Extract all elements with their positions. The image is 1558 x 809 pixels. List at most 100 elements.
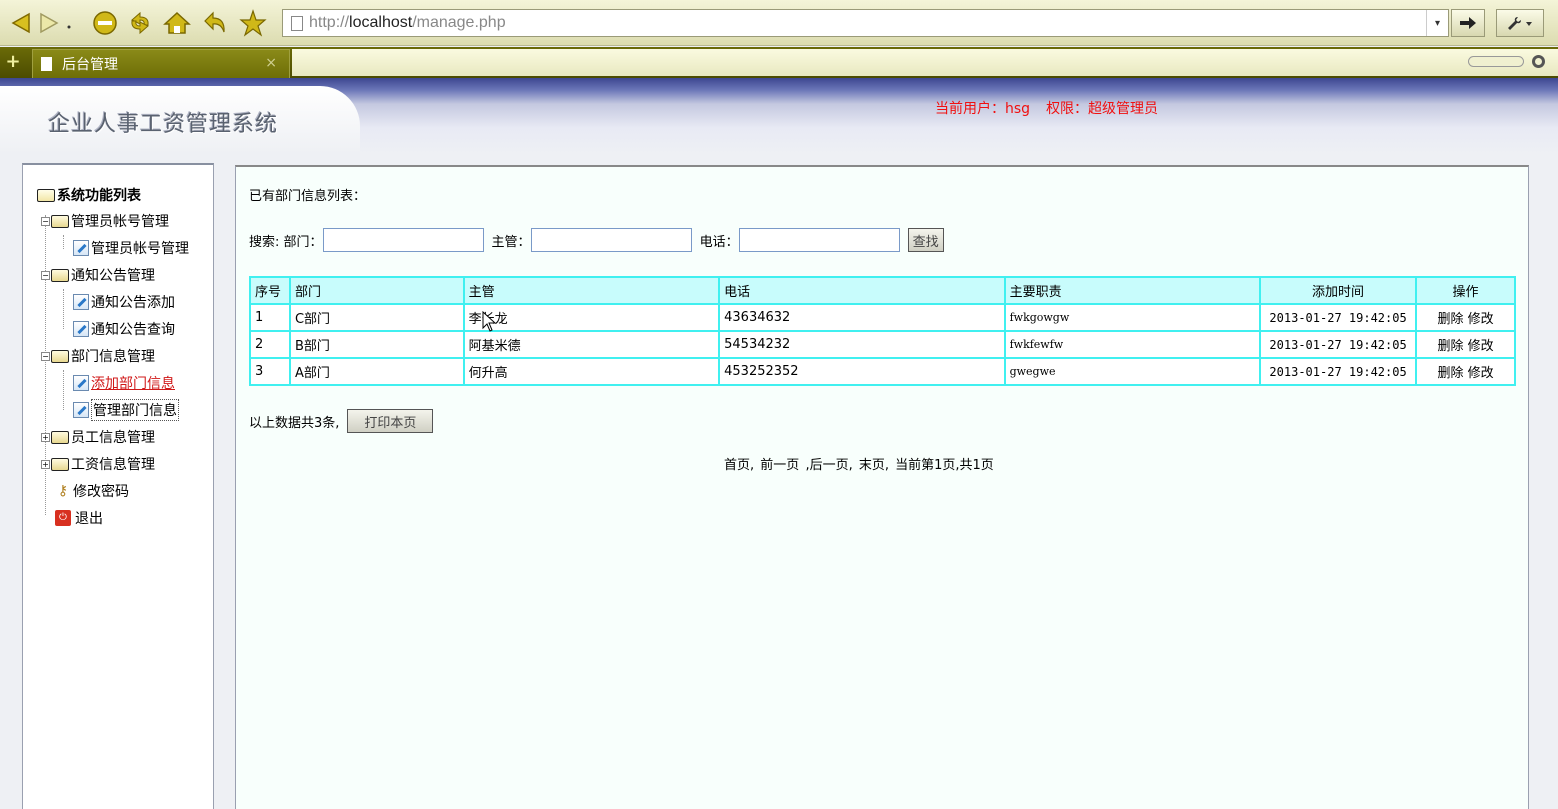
cell-dept: B部门 [288, 330, 465, 359]
tree-root[interactable]: 系统功能列表 [37, 185, 141, 205]
table-row: 1 C部门 李长龙 43634632 fwkgowgw 2013-01-27 1… [249, 303, 1516, 332]
col-header: 添加时间 [1259, 276, 1418, 305]
tree-group-label: 管理员帐号管理 [71, 214, 169, 230]
search-form: 搜索: 部门： 主管： 电话： 查找 [249, 227, 944, 253]
forward-icon[interactable] [34, 8, 64, 38]
col-header: 电话 [718, 276, 1006, 305]
cell-actions: 删除 修改 [1415, 303, 1516, 332]
collapse-icon[interactable]: − [41, 270, 50, 280]
col-header: 操作 [1415, 276, 1516, 305]
print-button[interactable]: 打印本页 [347, 409, 434, 433]
system-title: 企业人事工资管理系统 [48, 112, 279, 137]
tab-title: 后台管理 [62, 57, 118, 73]
folder-icon [51, 457, 69, 471]
collapse-icon[interactable]: − [41, 216, 50, 226]
wrench-icon[interactable] [1496, 9, 1544, 37]
tab-strip [292, 49, 1558, 76]
edit-link[interactable]: 修改 [1468, 312, 1494, 327]
tree-group-label: 部门信息管理 [71, 349, 155, 365]
tree-group-notice[interactable]: − 通知公告管理 [41, 265, 155, 285]
tab-bar: + 后台管理 × [0, 47, 1558, 78]
tree-group-admin[interactable]: − 管理员帐号管理 [41, 211, 169, 231]
stop-icon[interactable] [90, 8, 120, 38]
edit-page-icon [73, 294, 89, 310]
sidebar-item-label: 退出 [75, 511, 103, 527]
tree-group-salary[interactable]: + 工资信息管理 [41, 454, 155, 474]
cell-dept: C部门 [288, 303, 465, 332]
first-page-link[interactable]: 首页, [724, 458, 754, 473]
search-button[interactable]: 查找 [907, 228, 944, 252]
last-page-link[interactable]: 末页, [859, 458, 889, 473]
cell-dept: A部门 [288, 357, 465, 386]
tree-group-employee[interactable]: + 员工信息管理 [41, 427, 155, 447]
cell-duty: gwegwe [1003, 357, 1262, 386]
document-icon [41, 57, 52, 71]
sidebar-item-admin-account[interactable]: 管理员帐号管理 [73, 238, 189, 258]
col-header: 序号 [249, 276, 291, 305]
sidebar-item-label: 管理员帐号管理 [91, 241, 189, 257]
expand-icon[interactable]: + [41, 459, 50, 469]
current-user: 当前用户：hsg [935, 101, 1031, 117]
undo-icon[interactable] [200, 8, 230, 38]
page-icon [291, 15, 303, 31]
bookmark-star-icon[interactable] [238, 8, 268, 38]
sidebar-item-notice-query[interactable]: 通知公告查询 [73, 319, 175, 339]
sidebar-item-change-password[interactable]: ⚷ 修改密码 [55, 481, 129, 501]
cell-no: 1 [249, 303, 291, 332]
prev-page-link[interactable]: 前一页 [760, 458, 799, 473]
history-dropdown-icon[interactable] [62, 8, 76, 38]
cell-actions: 删除 修改 [1415, 357, 1516, 386]
new-tab-icon[interactable]: + [4, 53, 22, 71]
edit-link[interactable]: 修改 [1468, 339, 1494, 354]
folder-open-icon [51, 268, 69, 282]
address-bar[interactable]: http://localhost/manage.php ▾ [282, 9, 1449, 37]
folder-open-icon [37, 188, 55, 202]
progress-pill [1468, 56, 1524, 67]
cell-manager: 阿基米德 [462, 330, 721, 359]
delete-link[interactable]: 删除 [1437, 339, 1463, 354]
back-icon[interactable] [6, 8, 36, 38]
tree-line [63, 370, 64, 410]
close-tab-icon[interactable]: × [265, 55, 277, 71]
edit-link[interactable]: 修改 [1468, 366, 1494, 381]
mouse-cursor-icon [482, 311, 497, 332]
reload-icon[interactable] [125, 8, 155, 38]
address-dropdown-icon[interactable]: ▾ [1426, 10, 1448, 36]
cell-duty: fwkfewfw [1003, 330, 1262, 359]
page-header: 企业人事工资管理系统 当前用户：hsg 权限：超级管理员 [0, 78, 1558, 154]
go-arrow-icon[interactable] [1451, 9, 1485, 37]
cell-no: 2 [249, 330, 291, 359]
key-icon: ⚷ [57, 483, 69, 499]
sidebar-item-notice-add[interactable]: 通知公告添加 [73, 292, 175, 312]
home-icon[interactable] [162, 8, 192, 38]
dept-search-input[interactable] [322, 228, 484, 252]
collapse-icon[interactable]: − [41, 351, 50, 361]
tree-line [63, 289, 64, 329]
sidebar-item-logout[interactable]: ⏻ 退出 [55, 508, 103, 528]
next-page-link[interactable]: ,后一页, [805, 458, 852, 473]
page-status: 当前第1页,共1页 [895, 458, 994, 473]
folder-icon [51, 430, 69, 444]
sidebar-item-dept-add[interactable]: 添加部门信息 [73, 373, 175, 393]
delete-link[interactable]: 删除 [1437, 312, 1463, 327]
url-host: localhost [349, 14, 413, 31]
sidebar: 系统功能列表 − 管理员帐号管理 管理员帐号管理 − 通知公告管理 通知公告添加… [22, 163, 214, 809]
phone-search-input[interactable] [738, 228, 900, 252]
search-label: 搜索: [249, 234, 280, 250]
expand-icon[interactable]: + [41, 432, 50, 442]
tree-group-dept[interactable]: − 部门信息管理 [41, 346, 155, 366]
table-row: 2 B部门 阿基米德 54534232 fwkfewfw 2013-01-27 … [249, 330, 1516, 359]
manager-search-input[interactable] [530, 228, 692, 252]
pagination: 首页, 前一页 ,后一页, 末页, 当前第1页,共1页 [724, 454, 996, 473]
tab-houtai[interactable]: 后台管理 × [32, 49, 290, 78]
sidebar-item-label: 添加部门信息 [91, 376, 175, 392]
tree-group-label: 通知公告管理 [71, 268, 155, 284]
cell-no: 3 [249, 357, 291, 386]
sidebar-item-dept-manage[interactable]: 管理部门信息 [73, 399, 179, 421]
user-info: 当前用户：hsg 权限：超级管理员 [935, 98, 1174, 118]
list-title: 已有部门信息列表： [249, 189, 367, 204]
delete-link[interactable]: 删除 [1437, 366, 1463, 381]
status-circle-icon[interactable] [1532, 55, 1545, 68]
cell-phone: 43634632 [718, 303, 1006, 332]
cell-duty: fwkgowgw [1003, 303, 1262, 332]
